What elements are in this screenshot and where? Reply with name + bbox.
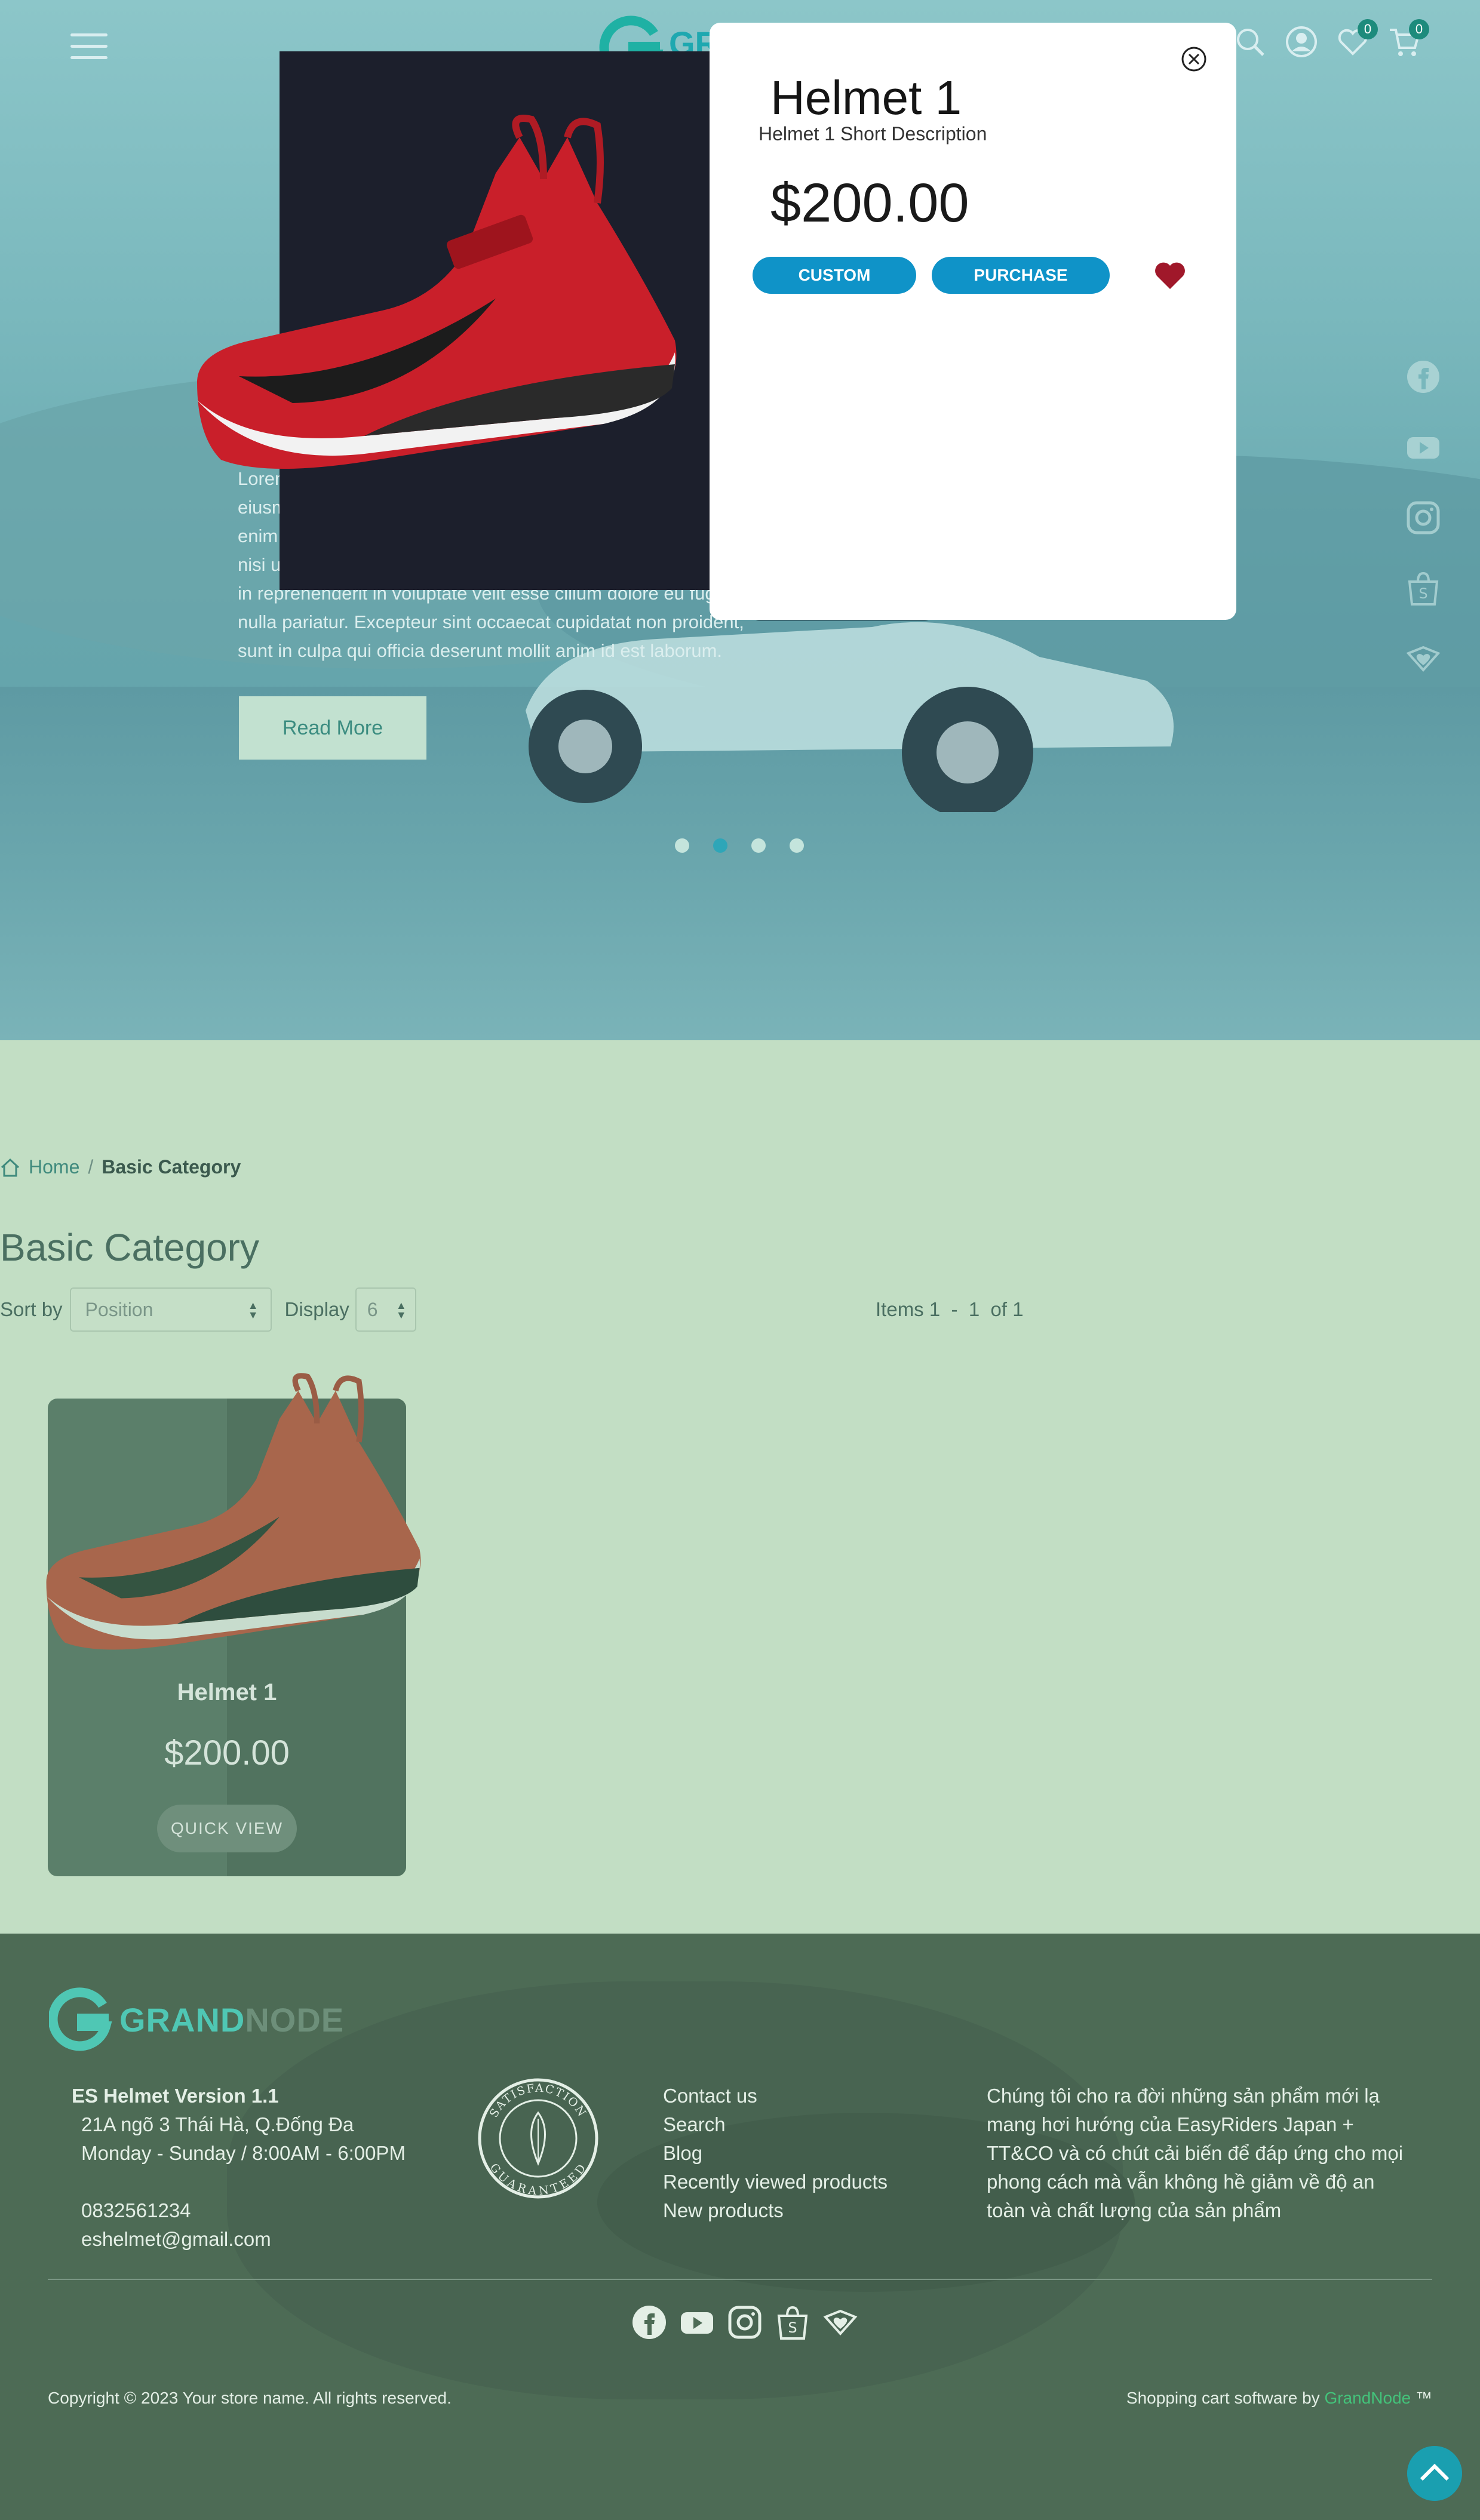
quick-view-title: Helmet 1 xyxy=(770,71,962,124)
page-title: Basic Category xyxy=(0,1226,259,1269)
facebook-icon[interactable] xyxy=(1405,358,1442,395)
footer-logo-text-b: NODE xyxy=(245,2001,345,2039)
powered-by: Shopping cart software by GrandNode ™ xyxy=(1126,2389,1432,2408)
read-more-button[interactable]: Read More xyxy=(239,696,426,760)
slider-dots xyxy=(675,838,804,853)
select-arrows-icon: ▲ ▼ xyxy=(395,1299,407,1321)
copyright-text: Copyright © 2023 Your store name. All ri… xyxy=(48,2389,452,2407)
footer-links: Contact us Search Blog Recently viewed p… xyxy=(663,2082,888,2225)
footer: GRANDNODE ES Helmet Version 1.1 21A ngõ … xyxy=(0,1934,1480,2520)
footer-link-blog[interactable]: Blog xyxy=(663,2139,888,2168)
breadcrumb: Home / Basic Category xyxy=(0,1156,241,1178)
sort-select-value: Position xyxy=(85,1299,153,1320)
facebook-icon[interactable] xyxy=(631,2304,668,2341)
wishlist-count-badge: 0 xyxy=(1358,19,1378,39)
svg-text:S: S xyxy=(788,2319,797,2336)
footer-social: S xyxy=(631,2304,859,2341)
footer-about-text: Chúng tôi cho ra đời những sản phẩm mới … xyxy=(987,2085,1404,2221)
instagram-icon[interactable] xyxy=(726,2304,763,2341)
quick-view-price: $200.00 xyxy=(770,173,969,233)
shop-heart-icon[interactable] xyxy=(1405,640,1442,677)
back-to-top-button[interactable] xyxy=(1407,2446,1462,2501)
footer-link-recently-viewed[interactable]: Recently viewed products xyxy=(663,2168,888,2196)
cart-button[interactable]: 0 xyxy=(1387,19,1429,59)
powered-by-suffix: ™ xyxy=(1411,2389,1432,2407)
instagram-icon[interactable] xyxy=(1405,499,1442,536)
satisfaction-seal-icon: SATISFACTION GUARANTEED xyxy=(478,2078,598,2199)
quick-view-modal: Helmet 1 Helmet 1 Short Description $200… xyxy=(710,23,1236,620)
header-actions: 0 0 xyxy=(1233,19,1429,67)
footer-divider xyxy=(48,2279,1432,2280)
footer-logo-text[interactable]: GRANDNODE xyxy=(119,2000,344,2039)
store-address: 21A ngõ 3 Thái Hà, Q.Đống Đa xyxy=(81,2113,354,2135)
display-select[interactable]: 6 ▲ ▼ xyxy=(355,1287,416,1332)
display-select-value: 6 xyxy=(367,1299,378,1320)
slider-dot[interactable] xyxy=(675,838,689,853)
quick-view-description: Helmet 1 Short Description xyxy=(759,123,987,145)
items-count: Items 1 - 1 of 1 xyxy=(876,1298,1024,1320)
breadcrumb-separator: / xyxy=(88,1156,94,1178)
product-price: $200.00 xyxy=(164,1734,290,1772)
product-name[interactable]: Helmet 1 xyxy=(48,1679,406,1706)
store-email: eshelmet@gmail.com xyxy=(81,2228,271,2250)
youtube-icon[interactable] xyxy=(678,2304,716,2341)
slider-dot[interactable] xyxy=(790,838,804,853)
footer-link-new-products[interactable]: New products xyxy=(663,2196,888,2225)
shopping-bag-icon[interactable]: S xyxy=(774,2304,811,2341)
footer-logo-text-a: GRAND xyxy=(119,2001,245,2039)
cart-count-badge: 0 xyxy=(1409,19,1429,39)
store-name: ES Helmet Version 1.1 xyxy=(72,2085,279,2107)
breadcrumb-home-link[interactable]: Home xyxy=(29,1156,79,1178)
social-rail: S xyxy=(1405,358,1442,677)
product-shoe-image xyxy=(197,115,677,469)
svg-text:S: S xyxy=(1418,585,1427,602)
svg-text:GUARANTEED: GUARANTEED xyxy=(487,2161,589,2198)
footer-link-search[interactable]: Search xyxy=(663,2110,888,2139)
menu-button[interactable] xyxy=(70,33,108,60)
display-label: Display xyxy=(284,1298,349,1320)
quick-view-button[interactable]: QUICK VIEW xyxy=(157,1805,297,1852)
store-phone: 0832561234 xyxy=(81,2199,191,2221)
slider-dot-active[interactable] xyxy=(713,838,727,853)
store-hours: Monday - Sunday / 8:00AM - 6:00PM xyxy=(81,2142,406,2164)
search-icon[interactable] xyxy=(1233,25,1267,59)
footer-link-contact[interactable]: Contact us xyxy=(663,2082,888,2110)
user-icon[interactable] xyxy=(1285,25,1318,59)
powered-by-prefix: Shopping cart software by xyxy=(1126,2389,1320,2407)
footer-logo-icon[interactable] xyxy=(49,1987,115,2053)
breadcrumb-current: Basic Category xyxy=(102,1156,241,1178)
product-card[interactable]: Helmet 1 $200.00 QUICK VIEW xyxy=(46,1373,421,1876)
product-image[interactable] xyxy=(35,1363,431,1661)
seal-bottom-text: GUARANTEED xyxy=(487,2161,588,2198)
wishlist-button[interactable]: 0 xyxy=(1336,19,1378,59)
slider-dot[interactable] xyxy=(751,838,766,853)
shopping-bag-icon[interactable]: S xyxy=(1405,570,1442,607)
shop-heart-icon[interactable] xyxy=(822,2304,859,2341)
home-icon[interactable] xyxy=(0,1157,20,1178)
sort-toolbar: Sort by Position ▲ ▼ Display 6 ▲ ▼ xyxy=(0,1287,416,1332)
purchase-button[interactable]: PURCHASE xyxy=(932,257,1110,294)
add-to-wishlist-heart-icon[interactable] xyxy=(1153,258,1187,293)
store-info: ES Helmet Version 1.1 21A ngõ 3 Thái Hà,… xyxy=(72,2082,406,2254)
powered-by-link[interactable]: GrandNode xyxy=(1324,2389,1411,2407)
youtube-icon[interactable] xyxy=(1405,429,1442,466)
sort-label: Sort by xyxy=(0,1298,63,1320)
custom-button[interactable]: CUSTOM xyxy=(753,257,916,294)
select-arrows-icon: ▲ ▼ xyxy=(247,1299,259,1321)
sort-select[interactable]: Position ▲ ▼ xyxy=(69,1287,272,1332)
close-icon[interactable] xyxy=(1180,45,1208,73)
